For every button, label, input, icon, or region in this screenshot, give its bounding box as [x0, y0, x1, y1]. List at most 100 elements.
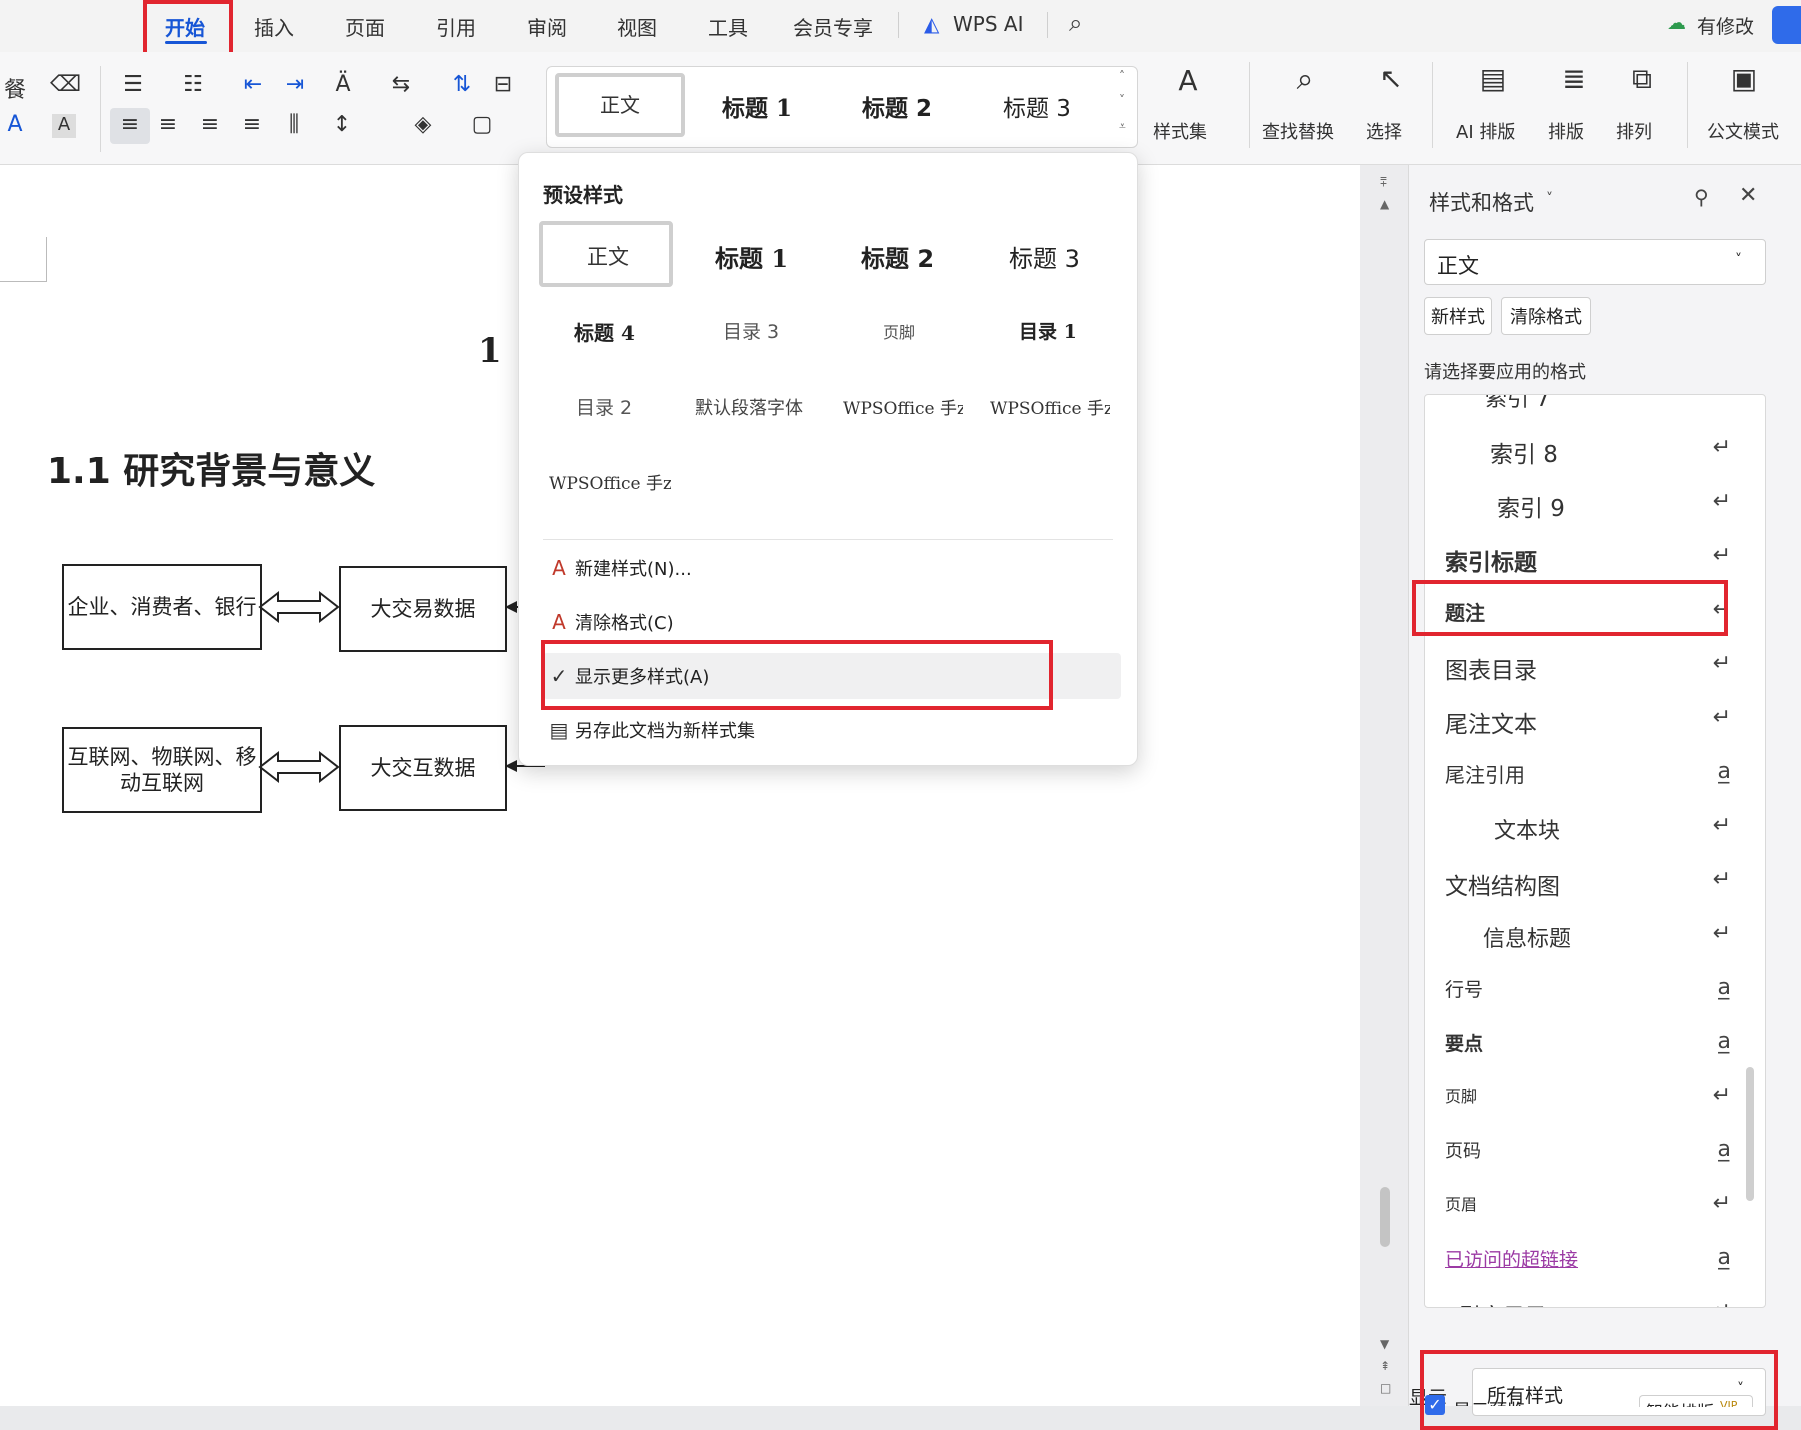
preset-heading1[interactable]: 标题 1 [715, 239, 788, 274]
menu-clear-format[interactable]: A 清除格式(C) [543, 599, 1113, 645]
preset-footer[interactable]: 页脚 [883, 319, 915, 343]
style-name: 页眉 [1445, 1195, 1478, 1214]
increase-indent-icon[interactable]: ⇥ [280, 72, 310, 97]
style-set-button[interactable]: 样式集 [1153, 118, 1207, 144]
tab-insert[interactable]: 插入 [254, 12, 294, 41]
pin-icon[interactable]: ⚲ [1694, 185, 1709, 209]
clear-format-button[interactable]: 清除格式 [1501, 297, 1591, 335]
numbered-list-icon[interactable]: ☷ [178, 72, 208, 97]
ai-layout-button[interactable]: AI 排版 [1456, 118, 1515, 144]
list-item[interactable]: 引文目录 ↵ [1425, 1287, 1765, 1307]
paragraph-style-icon: ↵ [1712, 651, 1731, 676]
preset-default-font[interactable]: 默认段落字体 [695, 394, 803, 420]
panel-title-chevron-icon[interactable]: ˅ [1546, 191, 1553, 207]
preset-heading3[interactable]: 标题 3 [1009, 239, 1080, 274]
find-replace-button[interactable]: 查找替换 [1262, 118, 1334, 144]
preset-heading2[interactable]: 标题 2 [861, 239, 934, 274]
arrowhead-top [505, 601, 517, 613]
borders-icon[interactable]: ▢ [467, 112, 497, 137]
prev-page-icon[interactable]: ⇞ [1380, 1359, 1390, 1373]
official-doc-mode-button[interactable]: 公文模式 [1707, 118, 1779, 144]
gallery-style-heading2[interactable]: 标题 2 [862, 89, 932, 123]
character-style-icon: a̲ [1717, 1029, 1731, 1054]
eraser-icon[interactable]: ⌫ [50, 72, 81, 97]
new-style-button[interactable]: 新样式 [1424, 297, 1492, 335]
scroll-thumb[interactable] [1380, 1187, 1390, 1247]
style-list[interactable]: 索引 7 索引 8 ↵ 索引 9 ↵ 索引标题 ↵ 题注 ↵ 图表目录 ↵ 尾注文本 ↵ 尾… [1424, 394, 1766, 1308]
font-color-icon[interactable]: A [0, 112, 30, 137]
preset-wpsoffice-2[interactable]: WPSOffice 手z [990, 394, 1110, 419]
list-item[interactable]: 文本块 ↵ [1425, 801, 1765, 855]
preset-heading4[interactable]: 标题 4 [574, 317, 635, 346]
preset-toc2[interactable]: 目录 2 [576, 393, 632, 420]
sort-icon[interactable]: ⇅ [447, 72, 477, 97]
line-spacing-icon[interactable]: ↕ [327, 112, 357, 137]
gallery-style-heading1[interactable]: 标题 1 [722, 89, 792, 123]
tab-review[interactable]: 审阅 [527, 12, 567, 41]
tab-member[interactable]: 会员专享 [793, 12, 873, 41]
tab-wps-ai[interactable]: WPS AI [953, 12, 1023, 36]
list-item[interactable]: 文档结构图 ↵ [1425, 855, 1765, 909]
list-item[interactable]: 索引 9 ↵ [1425, 477, 1765, 531]
preset-wpsoffice-1[interactable]: WPSOffice 手z [843, 394, 963, 419]
share-button[interactable] [1772, 6, 1801, 44]
document-scrollbar[interactable]: ⩱ ▲ ▼ ⇞ □ [1360, 165, 1408, 1406]
preset-normal[interactable]: 正文 [587, 241, 629, 271]
list-item[interactable]: 索引 8 ↵ [1425, 423, 1765, 477]
gallery-style-heading3[interactable]: 标题 3 [1003, 89, 1071, 123]
ruler-toggle-icon[interactable]: ⩱ [1380, 175, 1387, 190]
current-style-select[interactable]: 正文 ˅ [1424, 239, 1766, 285]
search-icon[interactable]: ⌕ [1069, 9, 1082, 37]
shading-icon[interactable]: ◈ [408, 112, 438, 137]
align-right-icon[interactable]: ≡ [195, 112, 225, 137]
tab-references[interactable]: 引用 [436, 12, 476, 41]
tab-stops-icon[interactable]: ⊟ [488, 72, 518, 97]
list-item[interactable]: 图表目录 ↵ [1425, 639, 1765, 693]
select-button[interactable]: 选择 [1366, 118, 1402, 144]
list-item[interactable]: 索引标题 ↵ [1425, 531, 1765, 585]
arrange-button[interactable]: 排列 [1616, 118, 1652, 144]
align-center-icon[interactable]: ≡ [153, 112, 183, 137]
list-item[interactable]: 页码 a̲ [1425, 1125, 1765, 1179]
tab-page[interactable]: 页面 [345, 12, 385, 41]
text-direction-icon[interactable]: Ä [328, 72, 358, 97]
distributed-icon[interactable]: ⫼ [279, 112, 309, 137]
layout-button[interactable]: 排版 [1548, 118, 1584, 144]
modified-status[interactable]: 有修改 [1697, 12, 1754, 39]
preview-checkbox[interactable]: ✓ [1425, 1395, 1445, 1415]
list-item[interactable]: 要点 a̲ [1425, 1017, 1765, 1071]
preset-toc3[interactable]: 目录 3 [723, 317, 779, 344]
style-list-scroll-thumb[interactable] [1746, 1067, 1754, 1201]
list-item[interactable]: 尾注引用 a̲ [1425, 747, 1765, 801]
menu-new-style-label: 新建样式(N)... [575, 559, 692, 580]
gallery-scroll-up-icon[interactable]: ˄ [1119, 69, 1125, 83]
bullet-list-icon[interactable]: ☰ [118, 72, 148, 97]
smart-layout-button[interactable]: 智能排版 VIP [1639, 1395, 1753, 1407]
decrease-indent-icon[interactable]: ⇤ [238, 72, 268, 97]
list-item[interactable]: 尾注文本 ↵ [1425, 693, 1765, 747]
list-item[interactable]: 页脚 ↵ [1425, 1071, 1765, 1125]
list-item[interactable]: 信息标题 ↵ [1425, 909, 1765, 963]
phonetic-guide-icon[interactable]: 餐 [0, 72, 30, 104]
close-icon[interactable]: ✕ [1739, 183, 1757, 208]
preset-wpsoffice-3[interactable]: WPSOffice 手z [549, 469, 671, 494]
gallery-style-normal[interactable]: 正文 [600, 89, 640, 118]
swap-icon[interactable]: ⇆ [386, 72, 416, 97]
scroll-up-icon[interactable]: ▲ [1380, 197, 1389, 211]
gallery-scroll-down-icon[interactable]: ˅ [1119, 93, 1125, 107]
list-item[interactable]: 索引 7 [1425, 395, 1765, 423]
tab-view[interactable]: 视图 [617, 12, 657, 41]
menu-save-style-set[interactable]: ▤ 另存此文档为新样式集 [543, 707, 1113, 753]
preset-toc1[interactable]: 目录 1 [1019, 317, 1077, 344]
list-item[interactable]: 已访问的超链接 a̲ [1425, 1233, 1765, 1287]
panel-title[interactable]: 样式和格式 [1429, 187, 1534, 217]
justify-icon[interactable]: ≡ [237, 112, 267, 137]
gallery-expand-icon[interactable]: ⩡ [1119, 119, 1126, 134]
list-item[interactable]: 页眉 ↵ [1425, 1179, 1765, 1233]
scroll-down-icon[interactable]: ▼ [1380, 1337, 1389, 1351]
list-item[interactable]: 行号 a̲ [1425, 963, 1765, 1017]
char-shading-icon[interactable]: A [52, 114, 76, 138]
tab-tools[interactable]: 工具 [708, 12, 748, 41]
select-browse-icon[interactable]: □ [1380, 1381, 1391, 1395]
menu-new-style[interactable]: A 新建样式(N)... [543, 545, 1113, 591]
